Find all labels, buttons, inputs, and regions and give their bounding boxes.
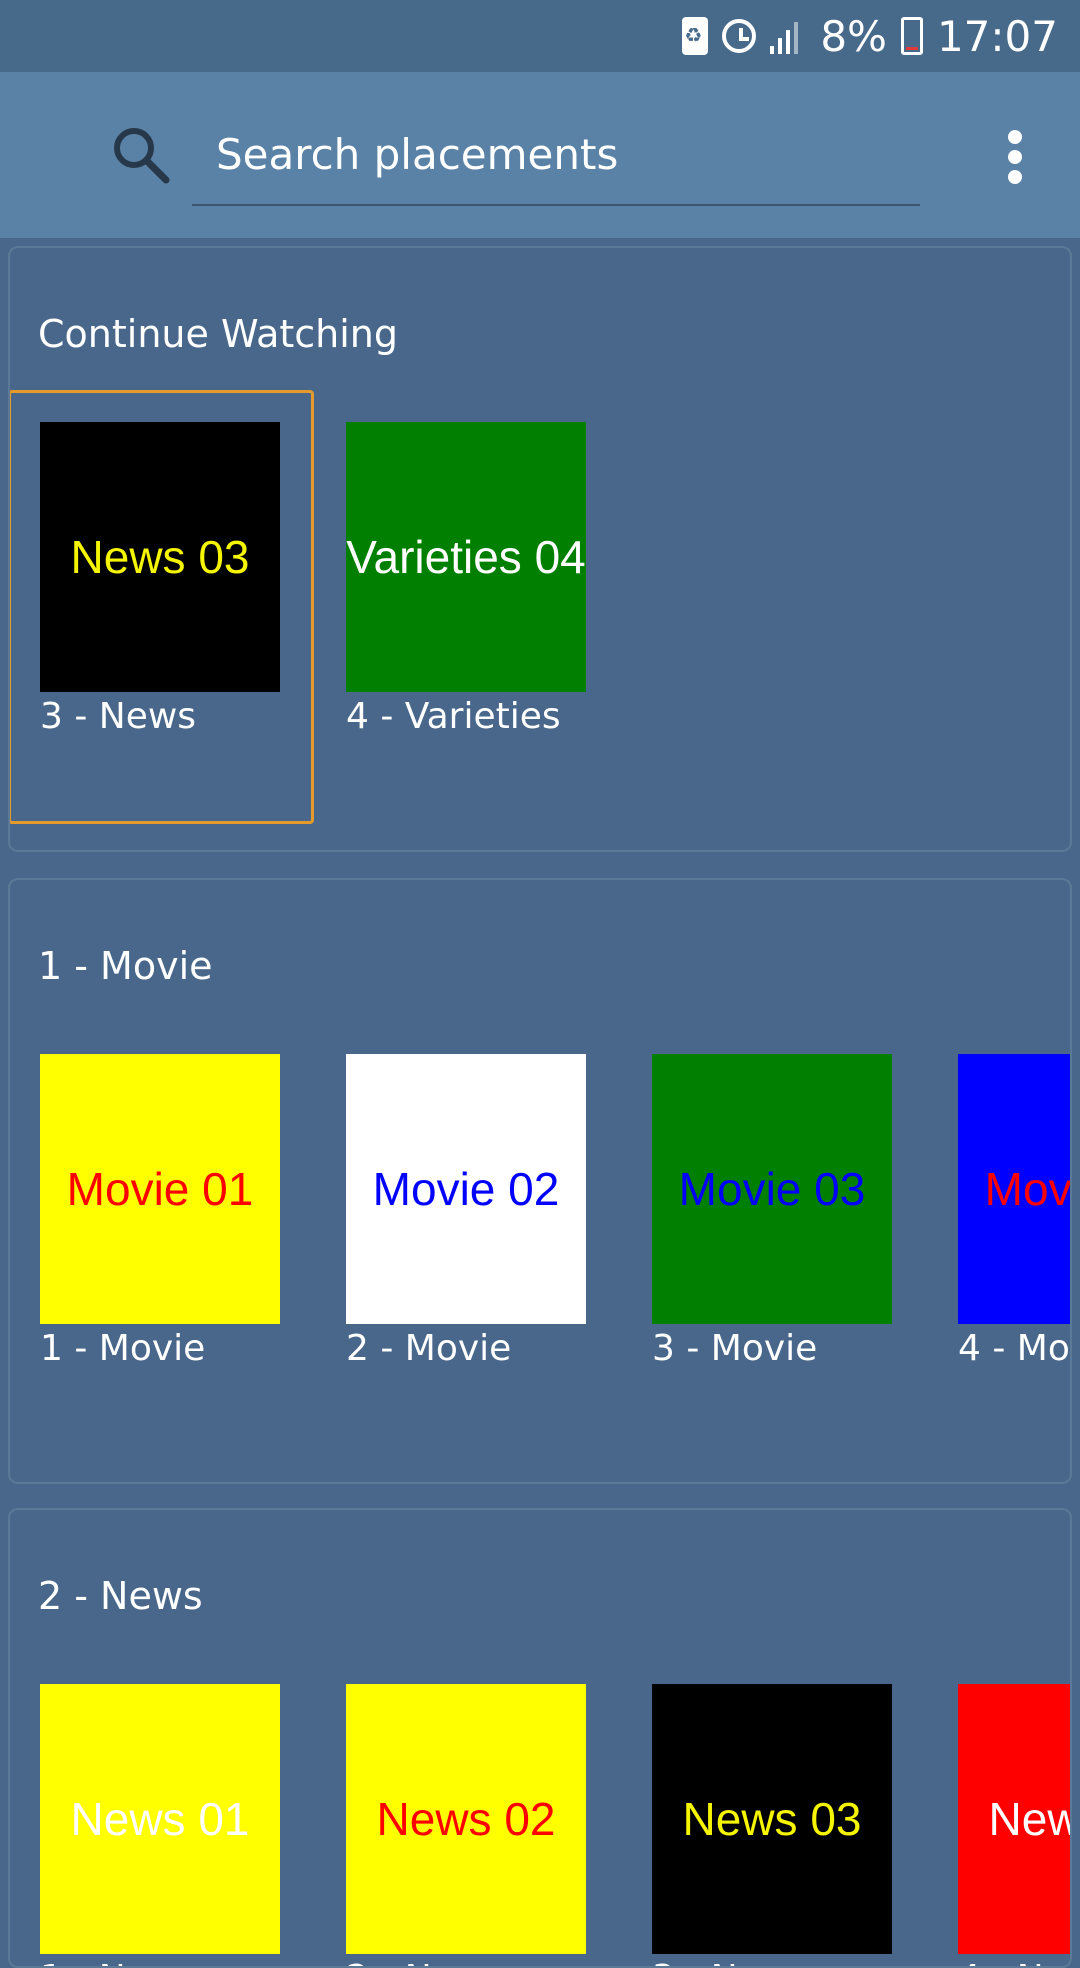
tile-label: 1 - News	[40, 1958, 280, 1966]
tile[interactable]: News 03 3 - News	[40, 422, 280, 737]
signal-icon	[770, 18, 806, 54]
tile-thumbnail-text: News 03	[70, 531, 250, 583]
tile-thumbnail[interactable]: Movie 04	[958, 1054, 1072, 1324]
status-bar: 8% 17:07	[0, 0, 1080, 72]
tile-thumbnail[interactable]: Movie 01	[40, 1054, 280, 1324]
tile-thumbnail[interactable]: News 02	[346, 1684, 586, 1954]
tile[interactable]: Movie 04 4 - Movie	[958, 1054, 1072, 1369]
tile[interactable]: News 03 3 - News	[652, 1684, 892, 1966]
tile-thumbnail-text: News 04	[988, 1793, 1070, 1845]
tile-label: 3 - News	[652, 1958, 892, 1966]
tile-thumbnail[interactable]: News 03	[40, 422, 280, 692]
section-title: Continue Watching	[38, 312, 399, 356]
tile-label: 2 - Movie	[346, 1328, 512, 1369]
tile-thumbnail[interactable]: News 03	[652, 1684, 892, 1954]
search-icon[interactable]	[112, 126, 170, 184]
tile-thumbnail-text: Movie 04	[984, 1163, 1072, 1215]
section-continue-watching: Continue Watching News 03 3 - News Varie…	[8, 246, 1072, 852]
tile-thumbnail[interactable]: News 01	[40, 1684, 280, 1954]
alarm-icon	[722, 19, 757, 53]
tile-thumbnail[interactable]: Varieties 04	[346, 422, 586, 692]
tile-label: 2 - News	[346, 1958, 586, 1966]
tile-label: 4 - News	[958, 1958, 1070, 1966]
tile[interactable]: Movie 02 2 - Movie	[346, 1054, 586, 1369]
search-placeholder: Search placements	[216, 130, 619, 179]
tile-label: 1 - Movie	[40, 1328, 206, 1369]
tile-thumbnail[interactable]: Movie 02	[346, 1054, 586, 1324]
clock: 17:07	[936, 11, 1058, 61]
battery-percent: 8%	[820, 11, 887, 61]
tile-thumbnail-text: News 03	[682, 1793, 862, 1845]
section-news: 2 - News News 01 1 - News News 02 2 - Ne…	[8, 1508, 1072, 1968]
app-bar: Search placements	[0, 72, 1080, 238]
tile[interactable]: News 04 4 - News	[958, 1684, 1070, 1966]
tile[interactable]: Varieties 04 4 - Varieties	[346, 422, 586, 737]
tile-thumbnail-text: Varieties 04	[346, 531, 586, 583]
tile-thumbnail[interactable]: News 04	[958, 1684, 1070, 1954]
search-input[interactable]: Search placements	[192, 112, 920, 206]
battery-icon	[900, 17, 923, 55]
section-movie: 1 - Movie Movie 01 1 - Movie Movie 02 2 …	[8, 878, 1072, 1484]
tile-thumbnail-text: Movie 03	[678, 1163, 866, 1215]
tile-thumbnail-text: News 01	[70, 1793, 250, 1845]
section-title: 2 - News	[38, 1574, 203, 1618]
tile[interactable]: Movie 01 1 - Movie	[40, 1054, 280, 1369]
tile-thumbnail-text: News 02	[376, 1793, 556, 1845]
tile[interactable]: News 01 1 - News	[40, 1684, 280, 1966]
cleaner-icon	[682, 17, 709, 55]
tile-thumbnail[interactable]: Movie 03	[652, 1054, 892, 1324]
tile-label: 3 - Movie	[652, 1328, 818, 1369]
section-title: 1 - Movie	[38, 944, 213, 988]
more-options-icon[interactable]	[1000, 130, 1030, 184]
tile-label: 4 - Movie	[958, 1328, 1070, 1369]
tile-label: 3 - News	[40, 696, 197, 737]
tile[interactable]: News 02 2 - News	[346, 1684, 586, 1966]
tile-thumbnail-text: Movie 01	[66, 1163, 254, 1215]
tile-label: 4 - Varieties	[346, 696, 561, 737]
tile-thumbnail-text: Movie 02	[372, 1163, 560, 1215]
tile[interactable]: Movie 03 3 - Movie	[652, 1054, 892, 1369]
